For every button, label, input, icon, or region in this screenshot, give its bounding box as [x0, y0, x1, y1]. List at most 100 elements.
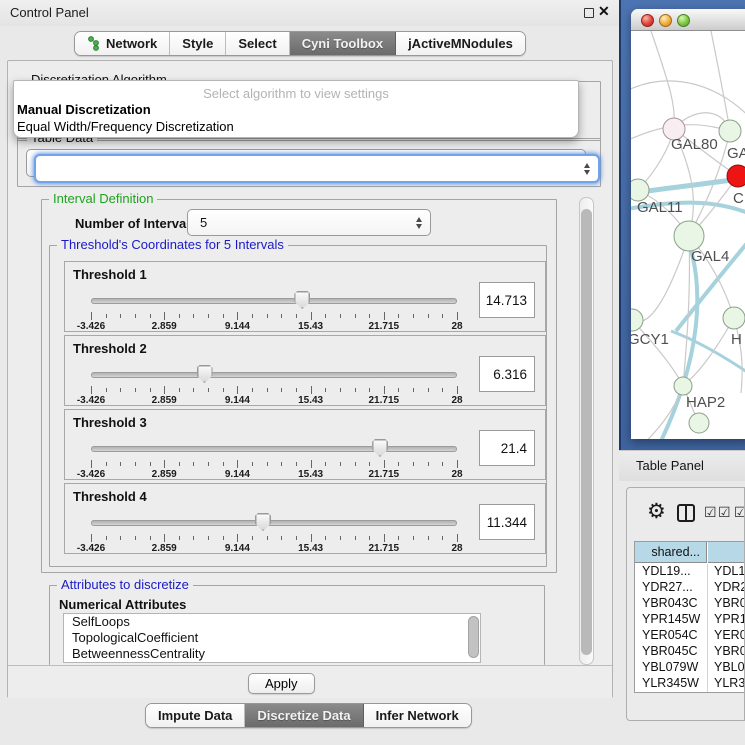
threshold-slider[interactable]: -3.4262.8599.14415.4321.71528 [91, 364, 457, 406]
slider-tick [311, 386, 312, 394]
slider-tick [237, 534, 238, 542]
slider-tick [325, 314, 326, 318]
slider-tick-labels: -3.4262.8599.14415.4321.71528 [91, 395, 457, 407]
vertical-scrollbar[interactable] [579, 197, 594, 665]
table-row[interactable]: YPR145WYPR1 [635, 612, 745, 628]
slider-tick [135, 314, 136, 318]
tab-discretize-data[interactable]: Discretize Data [245, 704, 363, 727]
slider-thumb[interactable] [255, 513, 271, 531]
scrollbar-thumb[interactable] [581, 209, 592, 655]
column-header-shared[interactable]: shared... [635, 542, 707, 563]
slider-tick [120, 462, 121, 466]
slider-tick [164, 386, 165, 394]
cyni-toolbox-content: Discretization Algorithm Table Data galF… [7, 60, 613, 698]
slider-tick [223, 314, 224, 318]
combo-arrows-icon [416, 217, 422, 229]
slider-tick [325, 462, 326, 466]
network-node-green[interactable] [674, 221, 704, 251]
number-of-intervals-combobox[interactable]: 5 [187, 209, 431, 236]
threshold-slider[interactable]: -3.4262.8599.14415.4321.71528 [91, 512, 457, 554]
slider-track[interactable] [91, 372, 457, 378]
slider-track[interactable] [91, 520, 457, 526]
tab-cyni-toolbox[interactable]: Cyni Toolbox [290, 32, 396, 55]
control-panel: Control Panel ✕ Network Style Select Cyn… [0, 0, 619, 745]
algorithm-combobox[interactable] [34, 154, 600, 183]
slider-track[interactable] [91, 298, 457, 304]
slider-tick [369, 462, 370, 466]
tab-style[interactable]: Style [170, 32, 226, 55]
slider-tick [267, 314, 268, 318]
slider-thumb[interactable] [372, 439, 388, 457]
table-row[interactable]: YBR045CYBR0 [635, 644, 745, 660]
slider-tick-label: 9.144 [225, 543, 250, 554]
popup-placeholder-item[interactable]: Select algorithm to view settings [14, 86, 578, 101]
thresholds-group-label: Threshold's Coordinates for 5 Intervals [57, 238, 288, 251]
threshold-value-field[interactable]: 6.316 [479, 356, 535, 392]
slider-tick-label: 15.43 [298, 469, 323, 480]
slider-thumb[interactable] [197, 365, 213, 383]
float-window-icon[interactable] [584, 8, 594, 18]
table-row[interactable]: YDR27...YDR2 [635, 580, 745, 596]
network-node-green[interactable] [689, 413, 709, 433]
threshold-value-field[interactable]: 11.344 [479, 504, 535, 540]
threshold-slider[interactable]: -3.4262.8599.14415.4321.71528 [91, 290, 457, 332]
popup-item-manual[interactable]: Manual Discretization [17, 102, 151, 117]
threshold-value-field[interactable]: 14.713 [479, 282, 535, 318]
table-row[interactable]: YER054CYER0 [635, 628, 745, 644]
popup-item-equal-width[interactable]: Equal Width/Frequency Discretization [17, 119, 234, 134]
close-icon[interactable]: ✕ [598, 3, 610, 20]
table-row[interactable]: YBR043CYBR0 [635, 596, 745, 612]
slider-tick [252, 314, 253, 318]
numerical-attributes-list[interactable]: SelfLoopsTopologicalCoefficientBetweenne… [63, 613, 481, 663]
gear-icon[interactable]: ⚙ [647, 501, 666, 522]
table-panel-body: ⚙ ☑ ☑ ☑ shared... na YDL19...YDL1YDR27..… [626, 487, 745, 721]
close-traffic-light[interactable] [641, 14, 654, 27]
table-row[interactable]: YBL079WYBL0 [635, 660, 745, 676]
threshold-label: Threshold 4 [73, 489, 147, 504]
slider-track[interactable] [91, 446, 457, 452]
apply-button[interactable]: Apply [248, 673, 315, 694]
table-row[interactable]: YDL19...YDL1 [635, 564, 745, 580]
slider-ticks [91, 386, 457, 395]
attributes-group-label: Attributes to discretize [57, 578, 193, 591]
zoom-traffic-light[interactable] [677, 14, 690, 27]
network-window-titlebar[interactable] [631, 9, 745, 31]
network-node-red[interactable] [727, 165, 745, 187]
threshold-value-field[interactable]: 21.4 [479, 430, 535, 466]
slider-thumb[interactable] [294, 291, 310, 309]
table-row[interactable]: YLR345WYLR3 [635, 676, 745, 692]
table-row[interactable]: YIL052CYIL0 [635, 692, 745, 693]
tab-impute-data[interactable]: Impute Data [146, 704, 245, 727]
slider-tick [223, 388, 224, 392]
threshold-slider[interactable]: -3.4262.8599.14415.4321.71528 [91, 438, 457, 480]
slider-tick [457, 534, 458, 542]
slider-tick [267, 388, 268, 392]
attribute-list-item[interactable]: BetweennessCentrality [64, 646, 480, 662]
network-node-green[interactable] [719, 120, 741, 142]
attribute-list-item[interactable]: SelfLoops [64, 614, 480, 630]
tab-jactivemnodules[interactable]: jActiveMNodules [396, 32, 525, 55]
network-canvas[interactable]: GAL80GACGAL11GAL4GCY1HHAP2 [631, 31, 745, 439]
network-node-green[interactable] [723, 307, 745, 329]
network-node-green[interactable] [631, 179, 649, 201]
checkbox-icon[interactable]: ☑ [718, 505, 731, 521]
slider-tick-label: 9.144 [225, 469, 250, 480]
attribute-list-item[interactable]: TopologicalCoefficient [64, 630, 480, 646]
minimize-traffic-light[interactable] [659, 14, 672, 27]
slider-tick [442, 462, 443, 466]
network-node-green[interactable] [631, 309, 643, 331]
tab-label: Network [106, 36, 157, 51]
slider-tick [150, 536, 151, 540]
checkbox-icon[interactable]: ☑ [734, 505, 745, 521]
columns-icon[interactable] [677, 504, 695, 522]
checkbox-icon[interactable]: ☑ [704, 505, 717, 521]
tab-network[interactable]: Network [75, 32, 170, 55]
slider-tick [325, 536, 326, 540]
network-view-window[interactable]: GAL80GACGAL11GAL4GCY1HHAP2 [631, 9, 745, 439]
tab-select[interactable]: Select [226, 32, 289, 55]
slider-tick-label: 21.715 [369, 543, 400, 554]
tab-infer-network[interactable]: Infer Network [364, 704, 471, 727]
list-scrollbar[interactable] [468, 616, 479, 658]
network-node-green[interactable] [674, 377, 692, 395]
column-header-name[interactable]: na [708, 542, 745, 563]
